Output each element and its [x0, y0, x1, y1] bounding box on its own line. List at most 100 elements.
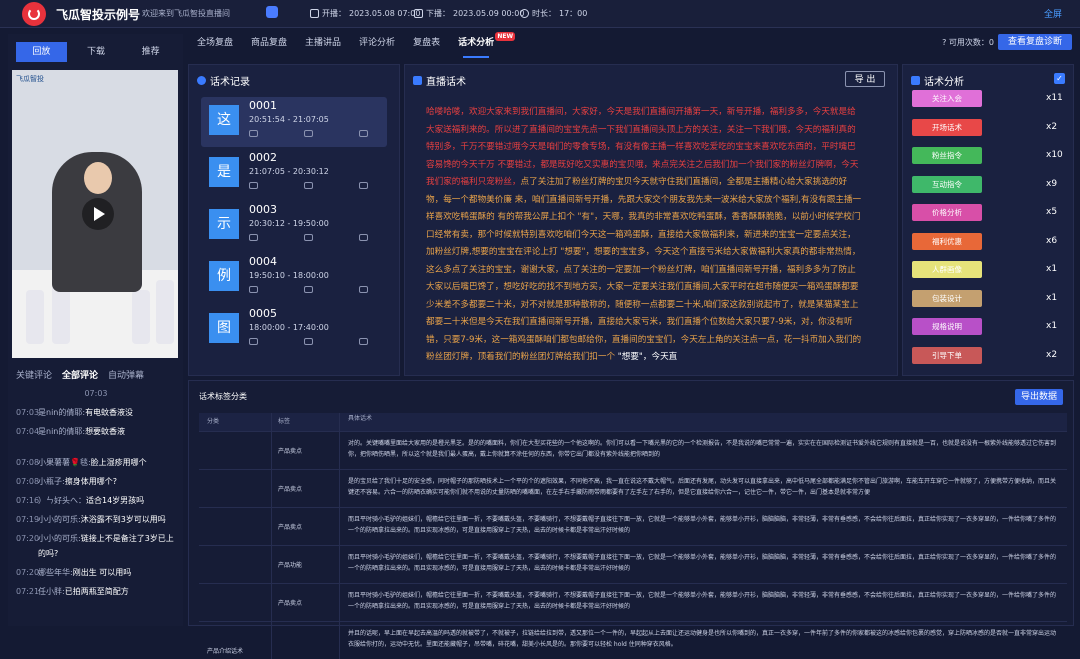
tag-count: x1	[1046, 321, 1058, 331]
tag-count: x2	[1046, 349, 1058, 360]
download-icon[interactable]	[304, 286, 313, 293]
row-category: 产品介绍话术	[207, 648, 244, 655]
row-tag: 产品卖点	[271, 508, 339, 545]
tag-chip[interactable]: 价格分析	[912, 204, 982, 221]
avail-value: 0	[988, 38, 994, 47]
record-item[interactable]: 是 0002 21:07:05 - 20:30:12	[201, 149, 387, 199]
bottle-image	[26, 290, 44, 344]
record-item[interactable]: 示 0003 20:30:12 - 19:50:00	[201, 201, 387, 251]
new-badge: NEW	[495, 32, 516, 41]
tag-chip[interactable]: 互动指令	[912, 175, 982, 193]
comment-time: 07:16	[16, 496, 40, 505]
tag-chip[interactable]: 包装设计	[912, 289, 982, 307]
comment-text: 沐浴露不到3岁可以用吗	[80, 515, 166, 524]
tab-host-product[interactable]: 主播讲品	[296, 34, 350, 56]
view-icon[interactable]	[249, 182, 258, 189]
tag-chip[interactable]: 开场话术	[912, 118, 982, 136]
view-icon[interactable]	[249, 234, 258, 241]
end-value: 2023.05.09 00:00	[453, 9, 525, 18]
avail-label: 可用次数：	[948, 38, 989, 47]
comment-time: 07:08	[16, 458, 40, 467]
tab-review-sheet[interactable]: 复盘表	[404, 34, 449, 56]
duration-label: 时长：	[532, 9, 556, 18]
tag-chip[interactable]: 关注入会	[912, 90, 982, 107]
time-divider: 07:03	[84, 389, 108, 398]
comment-time: 07:03	[16, 408, 40, 417]
video-player[interactable]: 飞瓜智投	[12, 70, 178, 358]
comment-text: 适合14岁男孩吗	[86, 496, 145, 505]
clock-icon	[520, 9, 529, 18]
tab-replay[interactable]: 回放	[16, 42, 67, 62]
play-icon[interactable]	[82, 198, 114, 230]
tag-count: x11	[1046, 93, 1063, 103]
tag-chip[interactable]: 规格说明	[912, 318, 982, 335]
tab-recommend[interactable]: 推荐	[125, 42, 176, 62]
record-actions	[249, 234, 368, 241]
row-script: 而且平时骑小毛驴的姐妹们，帽檐给它往里面一折，不要嘴戴头盔，不要嘴骑行，不想要戴…	[339, 508, 1067, 545]
tag-chip[interactable]: 福利优惠	[912, 232, 982, 250]
tag-chip[interactable]: 粉丝指令	[912, 147, 982, 164]
table-header: 分类 标签 具体话术	[199, 413, 1067, 431]
view-icon[interactable]	[249, 338, 258, 345]
tag-chip[interactable]: 人群画像	[912, 261, 982, 278]
tab-script-analysis-label: 话术分析	[458, 38, 495, 48]
tag-count: x5	[1046, 207, 1058, 217]
row-tag: 产品卖点	[271, 432, 339, 469]
download-icon[interactable]	[304, 338, 313, 345]
copy-icon[interactable]	[359, 234, 368, 241]
tab-all-comments[interactable]: 全部评论	[62, 368, 98, 381]
tab-key-comments[interactable]: 关键评论	[16, 368, 52, 381]
download-icon[interactable]	[304, 130, 313, 137]
view-icon[interactable]	[249, 286, 258, 293]
start-label: 开播：	[322, 9, 346, 18]
review-diagnosis-button[interactable]: 查看复盘诊断	[998, 34, 1072, 50]
calendar-icon	[414, 9, 423, 18]
tag-chip[interactable]: 引导下单	[912, 346, 982, 364]
fullscreen-label: 全屏	[1043, 10, 1062, 20]
end-time: 下播： 2023.05.09 00:00	[414, 8, 524, 19]
tab-product-review[interactable]: 商品复盘	[242, 34, 296, 56]
copy-icon[interactable]	[359, 130, 368, 137]
comment-time: 07:04	[16, 427, 40, 436]
robot-icon[interactable]	[266, 6, 278, 18]
copy-icon[interactable]	[359, 286, 368, 293]
copy-icon[interactable]	[359, 338, 368, 345]
records-panel: 话术记录 这 0001 20:51:54 - 21:07:05 是 0002 21:07…	[188, 64, 400, 376]
row-script: 并且的话呢，早上面在早起去高温的吗透的就被带了，不就被子，拉链给给拉到带，透又那…	[339, 622, 1067, 659]
record-actions	[249, 130, 368, 137]
comment-user: 娜些年华:	[38, 568, 73, 577]
record-badge: 这	[209, 105, 239, 135]
table-row: 产品介绍话术 并且的话呢，早上面在早起去高温的吗透的就被带了，不就被子，拉链给给拉…	[199, 621, 1067, 659]
record-id: 0002	[249, 151, 277, 164]
download-icon[interactable]	[304, 234, 313, 241]
help-icon: ?	[942, 38, 947, 47]
record-item[interactable]: 例 0004 19:50:10 - 18:00:00	[201, 253, 387, 303]
view-icon[interactable]	[249, 130, 258, 137]
record-time: 20:51:54 - 21:07:05	[249, 115, 329, 124]
export-button[interactable]: 导 出	[845, 71, 885, 87]
row-category	[199, 470, 271, 507]
fullscreen-button[interactable]: 全屏	[1044, 7, 1062, 20]
record-item[interactable]: 图 0005 18:00:00 - 17:40:00	[201, 305, 387, 355]
tab-auto-danmaku[interactable]: 自动弹幕	[108, 368, 144, 381]
record-badge: 例	[209, 261, 239, 291]
tab-download[interactable]: 下载	[71, 42, 122, 62]
tab-comment-analysis[interactable]: 评论分析	[350, 34, 404, 56]
export-data-button[interactable]: 导出数据	[1015, 389, 1063, 405]
download-icon[interactable]	[304, 182, 313, 189]
tab-overall-review[interactable]: 全场复盘	[188, 34, 242, 56]
bottle-image	[156, 280, 174, 344]
host-face	[84, 162, 112, 194]
tab-script-analysis[interactable]: 话术分析 NEW	[449, 32, 516, 58]
row-tag: 产品功能	[271, 546, 339, 583]
comment-user: 小小的可乐:	[38, 515, 81, 524]
comment-time: 07:20	[16, 568, 40, 577]
record-item[interactable]: 这 0001 20:51:54 - 21:07:05	[201, 97, 387, 147]
duration: 时长： 17：00	[520, 8, 587, 19]
play-circle-icon	[197, 76, 206, 85]
record-id: 0003	[249, 203, 277, 216]
copy-icon[interactable]	[359, 182, 368, 189]
comment-item: 07:21 任小胖:已拍两瓶至简配方	[16, 584, 176, 599]
row-category	[199, 432, 271, 469]
table-row: 产品卖点 是的宝贝给了我们十足的安全感，同时帽子的那防晒技术上一个平的个的遮阳效果…	[199, 469, 1067, 507]
